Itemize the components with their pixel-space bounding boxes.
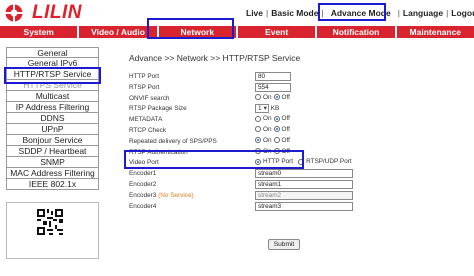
basic-mode-link[interactable]: Basic Mode (271, 8, 318, 18)
qr-code-icon (37, 209, 63, 235)
sidebar-item-sddp[interactable]: SDDP / Heartbeat (6, 146, 99, 157)
rtsp-auth-highlight (124, 150, 304, 169)
menu-maintenance[interactable]: Maintenance (397, 26, 474, 38)
metadata-row: METADATA On Off (129, 115, 290, 124)
encoder4-row: Encoder4 stream3 (129, 201, 459, 213)
sidebar-item-ieee8021x[interactable]: IEEE 802.1x (6, 179, 99, 190)
http-port-row: HTTP Port 80 (129, 72, 459, 83)
metadata-off-radio[interactable] (273, 115, 280, 122)
qr-code-panel (6, 202, 99, 259)
rtsp-package-row: RTSP Package Size 1 ▾ KB (129, 104, 280, 114)
sidebar-item-upnp[interactable]: UPnP (6, 124, 99, 135)
chevron-down-icon: ▾ (263, 105, 267, 113)
menu-event[interactable]: Event (238, 26, 318, 38)
no-service-note: (No Service) (158, 191, 194, 199)
encoder1-input[interactable]: stream0 (255, 169, 353, 179)
encoder3-input: stream2 (255, 190, 353, 200)
onvif-on-radio[interactable] (255, 94, 261, 101)
advance-mode-highlight (318, 3, 386, 21)
sidebar-item-ip-filtering[interactable]: IP Address Filtering (6, 102, 99, 113)
rtcp-off-radio[interactable] (273, 126, 280, 133)
repeated-off-radio[interactable] (273, 137, 280, 144)
metadata-on-radio[interactable] (255, 115, 261, 122)
live-link[interactable]: Live (246, 8, 263, 18)
onvif-row: ONVIF search On Off (129, 93, 290, 102)
main-menu: System Video / Audio Network Event Notif… (0, 26, 474, 38)
encoder4-input[interactable]: stream3 (255, 201, 353, 211)
http-rtsp-highlight (4, 67, 101, 84)
rtsp-port-row: RTSP Port 554 (129, 82, 459, 94)
repeated-delivery-row: Repeated delivery of SPS/PPS On Off (129, 136, 290, 145)
menu-notification[interactable]: Notification (317, 26, 397, 38)
sidebar-item-mac-filtering[interactable]: MAC Address Filtering (6, 168, 99, 179)
encoder3-row: Encoder3 (No Service) stream2 (129, 190, 459, 202)
rtcp-on-radio[interactable] (255, 126, 261, 133)
sidebar-item-multicast[interactable]: Multicast (6, 91, 99, 102)
sidebar-item-ddns[interactable]: DDNS (6, 113, 99, 124)
submit-button[interactable]: Submit (268, 239, 300, 250)
sidebar-item-snmp[interactable]: SNMP (6, 157, 99, 168)
menu-system[interactable]: System (0, 26, 80, 38)
network-highlight (147, 18, 234, 39)
logout-link[interactable]: Logout (451, 8, 474, 18)
rtsp-package-select[interactable]: 1 ▾ (255, 104, 269, 114)
http-rtsp-form: HTTP Port 80 RTSP Port 554 ONVIF search … (129, 72, 459, 212)
sidebar-item-general[interactable]: General (6, 47, 99, 58)
encoder2-input[interactable]: stream1 (255, 179, 353, 189)
encoder1-row: Encoder1 stream0 (129, 169, 459, 180)
http-port-input[interactable]: 80 (255, 72, 291, 81)
encoder2-row: Encoder2 stream1 (129, 179, 459, 191)
rtsp-port-input[interactable]: 554 (255, 82, 291, 92)
breadcrumb: Advance >> Network >> HTTP/RTSP Service (129, 53, 301, 63)
lilin-logo: LILIN (4, 3, 130, 23)
onvif-off-radio[interactable] (273, 94, 280, 101)
language-link[interactable]: Language (403, 8, 443, 18)
rtcp-row: RTCP Check On Off (129, 125, 290, 134)
repeated-on-radio[interactable] (255, 137, 261, 144)
sidebar-item-bonjour[interactable]: Bonjour Service (6, 135, 99, 146)
